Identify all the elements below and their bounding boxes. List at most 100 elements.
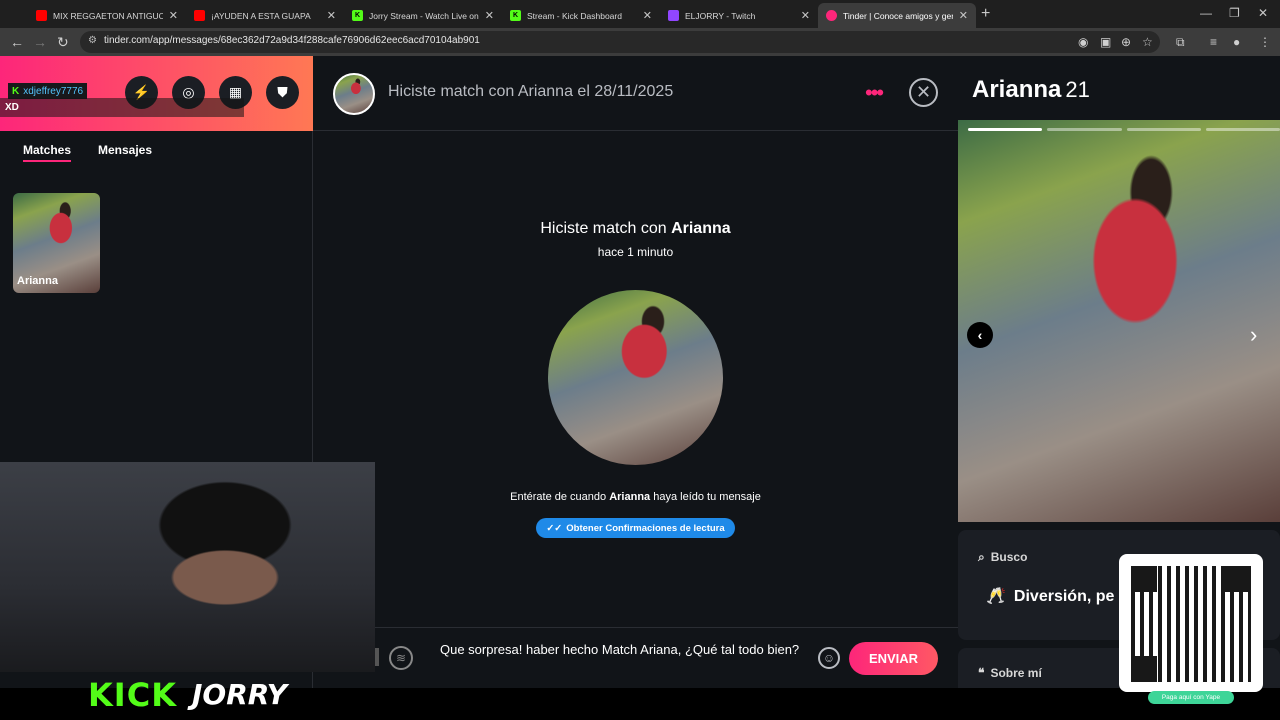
forward-icon[interactable]: → (33, 34, 47, 50)
browser-tab-active[interactable]: Tinder | Conoce amigos y gent ✕ (818, 3, 976, 28)
browser-tab[interactable]: K Stream - Kick Dashboard ✕ (502, 3, 660, 28)
browser-tab[interactable]: ELJORRY - Twitch ✕ (660, 3, 818, 28)
previous-photo-icon[interactable]: ‹ (967, 322, 993, 348)
match-card-name: Arianna (17, 275, 58, 287)
close-tab-icon[interactable]: ✕ (327, 9, 336, 22)
photo-indicator (1047, 128, 1122, 131)
url-text: tinder.com/app/messages/68ec362d72a9d34f… (104, 35, 480, 46)
bookmark-star-icon[interactable]: ☆ (1142, 35, 1153, 49)
install-app-icon[interactable]: ▣ (1100, 35, 1111, 49)
emoji-icon[interactable]: ☺ (818, 647, 840, 669)
kick-badge-letter: K (12, 85, 20, 97)
kick-icon: K (510, 10, 521, 21)
spotify-icon[interactable]: ≋ (389, 646, 413, 670)
photo-indicator (1205, 128, 1280, 131)
browser-tab[interactable]: K Jorry Stream - Watch Live on Ki ✕ (344, 3, 502, 28)
browser-tab-bar: MIX REGGAETON ANTIGUO RO ✕ ¡AYUDEN A EST… (0, 0, 1280, 28)
read-receipts-button-label: Obtener Confirmaciones de lectura (566, 522, 725, 534)
qr-code (1131, 566, 1251, 682)
message-composer: ≋ Que sorpresa! haber hecho Match Ariana… (313, 627, 958, 688)
chat-header: Hiciste match con Arianna el 28/11/2025 … (313, 56, 958, 131)
looking-for-value: 🥂 Diversión, pe (986, 586, 1122, 606)
read-receipts-button[interactable]: ✓✓ Obtener Confirmaciones de lectura (536, 518, 735, 538)
quote-icon: ❝ (978, 666, 985, 680)
close-tab-icon[interactable]: ✕ (801, 9, 810, 22)
streamer-name: JORRY (192, 678, 288, 711)
about-label: Sobre mí (990, 666, 1042, 680)
tab-title: ELJORRY - Twitch (685, 10, 756, 21)
kick-icon: K (352, 10, 363, 21)
champagne-icon: 🥂 (986, 588, 1006, 605)
tab-title: Stream - Kick Dashboard (527, 10, 622, 21)
chat-panel: Hiciste match con Arianna el 28/11/2025 … (313, 56, 958, 688)
site-info-icon[interactable]: ⚙ (88, 35, 97, 46)
close-chat-icon[interactable]: ✕ (909, 78, 938, 107)
photo-progress-bars (968, 128, 1280, 131)
address-bar[interactable]: ⚙ tinder.com/app/messages/68ec362d72a9d3… (80, 31, 1160, 53)
sidebar-tabs: Matches Mensajes (0, 131, 313, 171)
search-icon: ⌕ (978, 550, 985, 564)
about-header: ❝ Sobre mí (978, 666, 1042, 680)
chat-header-title: Hiciste match con Arianna el 28/11/2025 (388, 83, 674, 100)
read-name: Arianna (609, 491, 651, 503)
close-tab-icon[interactable]: ✕ (169, 9, 178, 22)
shield-icon[interactable]: ⛊ (266, 76, 299, 109)
double-check-icon: ✓✓ (546, 522, 563, 534)
looking-for-text: Diversión, pe (1013, 588, 1115, 605)
profile-name-text: Arianna (972, 76, 1062, 103)
looking-for-header: ⌕ Busco (978, 550, 1033, 565)
profile-photo[interactable]: ‹ › (958, 120, 1280, 522)
message-input[interactable]: Que sorpresa! haber hecho Match Ariana, … (440, 640, 805, 660)
reload-icon[interactable]: ↻ (57, 34, 69, 51)
kick-chat-username: xdjeffrey7776 (23, 85, 84, 97)
read-prefix: Entérate de cuando (510, 491, 610, 503)
tab-title: ¡AYUDEN A ESTA GUAPA (211, 10, 311, 21)
profile-age: 21 (1065, 77, 1090, 102)
looking-for-label: Busco (990, 550, 1028, 564)
tab-title: Jorry Stream - Watch Live on Ki (369, 10, 479, 21)
twitch-icon (668, 10, 679, 21)
menu-kebab-icon[interactable]: ⋮ (1259, 35, 1271, 49)
stream-overlay-text: XD (0, 98, 244, 117)
match-avatar[interactable] (333, 73, 375, 115)
read-receipts-text: Entérate de cuando Arianna haya leído tu… (313, 491, 958, 503)
tab-title: Tinder | Conoce amigos y gent (843, 10, 953, 21)
kick-logo: KICK (88, 676, 177, 714)
tab-title: MIX REGGAETON ANTIGUO RO (53, 10, 163, 21)
kick-chat-badge: K xdjeffrey7776 (8, 83, 88, 99)
new-tab-icon[interactable]: + (981, 5, 990, 23)
extensions-icon[interactable]: ⧉ (1176, 35, 1185, 50)
more-options-icon[interactable]: ••• (865, 80, 884, 106)
yape-qr-card (1119, 554, 1263, 692)
match-title-prefix: Hiciste match con (540, 220, 672, 237)
next-photo-icon[interactable]: › (1250, 322, 1257, 348)
zoom-icon[interactable]: ⊕ (1121, 35, 1131, 49)
webcam-overlay (0, 462, 375, 672)
location-icon[interactable]: ◉ (1078, 35, 1088, 49)
match-photo[interactable] (548, 290, 723, 465)
close-tab-icon[interactable]: ✕ (959, 9, 968, 22)
match-title-name: Arianna (671, 220, 731, 237)
match-title: Hiciste match con Arianna (313, 220, 958, 238)
close-tab-icon[interactable]: ✕ (643, 9, 652, 22)
restore-icon[interactable]: ❐ (1229, 6, 1240, 20)
minimize-icon[interactable]: — (1200, 6, 1212, 20)
browser-tab[interactable]: ¡AYUDEN A ESTA GUAPA ✕ (186, 3, 344, 28)
tab-matches[interactable]: Matches (23, 143, 72, 162)
match-card[interactable]: Arianna (13, 193, 100, 293)
profile-avatar-icon[interactable]: ● (1233, 35, 1240, 49)
browser-toolbar: ← → ↻ ⚙ tinder.com/app/messages/68ec362d… (0, 28, 1280, 56)
read-suffix: haya leído tu mensaje (650, 491, 761, 503)
send-button[interactable]: ENVIAR (849, 642, 938, 675)
youtube-icon (36, 10, 47, 21)
profile-name: Arianna 21 (972, 76, 1090, 104)
close-window-icon[interactable]: ✕ (1258, 6, 1268, 20)
yape-caption: Paga aquí con Yape (1148, 691, 1234, 704)
close-tab-icon[interactable]: ✕ (485, 9, 494, 22)
youtube-icon (194, 10, 205, 21)
back-icon[interactable]: ← (10, 34, 24, 50)
tab-messages[interactable]: Mensajes (98, 143, 152, 157)
browser-tab[interactable]: MIX REGGAETON ANTIGUO RO ✕ (28, 3, 186, 28)
tinder-icon (826, 10, 837, 21)
reading-list-icon[interactable]: ≡ (1210, 35, 1217, 49)
